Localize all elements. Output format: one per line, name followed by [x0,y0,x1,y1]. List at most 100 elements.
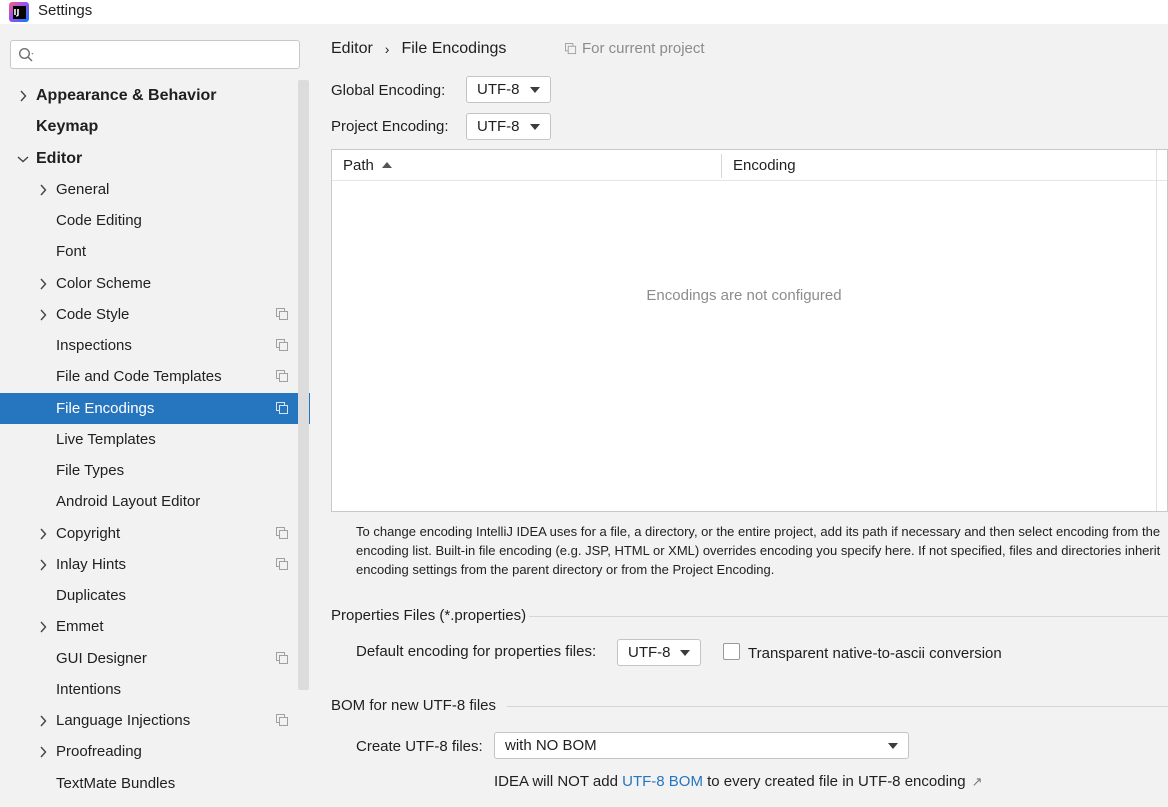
tree-item-label: Language Injections [56,712,191,729]
search-icon [18,47,34,62]
tree-item-label: Copyright [56,525,121,542]
tree-item-appearance-behavior[interactable]: Appearance & Behavior [0,80,310,111]
project-encoding-dropdown[interactable]: UTF-8 [466,113,551,140]
tree-item-font[interactable]: Font [0,236,310,267]
tree-item-label: File Types [56,462,125,479]
tree-item-label: TextMate Bundles [56,775,176,792]
tree-item-label: Intentions [56,681,122,698]
tree-item-label: Inspections [56,337,132,354]
chevron-right-icon[interactable] [36,549,50,580]
global-encoding-dropdown[interactable]: UTF-8 [466,76,551,103]
chevron-right-icon[interactable] [16,80,30,111]
table-empty-text: Encodings are not configured [646,287,842,304]
dropdown-arrow-icon [530,87,540,93]
title-bar: IJ Settings [0,0,1168,24]
chevron-right-icon[interactable] [36,518,50,549]
encoding-help-text: To change encoding IntelliJ IDEA uses fo… [356,524,1161,577]
project-encoding-value: UTF-8 [477,118,520,135]
tree-item-label: Code Style [56,306,130,323]
tree-item-label: Live Templates [56,431,156,448]
chevron-right-icon[interactable] [36,268,50,299]
tree-item-emmet[interactable]: Emmet [0,611,310,642]
project-scope-icon [276,339,288,351]
tree-item-file-encodings[interactable]: File Encodings [0,393,310,424]
tree-item-editor[interactable]: Editor [0,143,310,174]
encodings-table[interactable]: Path Encoding Encodings are not configur… [331,149,1168,512]
dropdown-arrow-icon [530,124,540,130]
chevron-right-icon[interactable] [36,736,50,767]
settings-sidebar: Appearance & Behavior Keymap Editor Gene… [0,28,310,807]
create-utf8-files-value: with NO BOM [505,737,597,754]
breadcrumb-parent[interactable]: Editor [331,40,373,58]
project-scope-icon [276,652,288,664]
column-header-path[interactable]: Path [343,150,392,181]
tree-item-proofreading[interactable]: Proofreading [0,736,310,767]
tree-item-language-injections[interactable]: Language Injections [0,705,310,736]
tree-item-duplicates[interactable]: Duplicates [0,580,310,611]
section-divider [529,616,1168,617]
tree-item-label: GUI Designer [56,650,147,667]
properties-encoding-dropdown[interactable]: UTF-8 [617,639,701,666]
bom-section-title: BOM for new UTF-8 files [331,697,497,714]
tree-item-general[interactable]: General [0,174,310,205]
project-scope-icon [276,308,288,320]
tree-item-label: Android Layout Editor [56,493,201,510]
project-scope-icon [276,558,288,570]
tree-item-gui-designer[interactable]: GUI Designer [0,643,310,674]
dropdown-arrow-icon [680,650,690,656]
project-scope-icon [276,402,288,414]
table-header: Path Encoding [332,150,1167,181]
tree-item-label: File and Code Templates [56,368,222,385]
column-header-encoding[interactable]: Encoding [733,150,796,181]
tree-item-label: Keymap [36,118,99,135]
project-scope-icon [565,42,577,54]
tree-item-label: File Encodings [56,400,155,417]
create-utf8-files-dropdown[interactable]: with NO BOM [494,732,909,759]
settings-search-input[interactable] [10,40,300,69]
tree-item-textmate-bundles[interactable]: TextMate Bundles [0,768,310,799]
tree-item-label: Proofreading [56,743,142,760]
tree-item-inspections[interactable]: Inspections [0,330,310,361]
transparent-native-to-ascii-label[interactable]: Transparent native-to-ascii conversion [748,645,1002,662]
sidebar-scrollbar[interactable] [298,80,309,690]
tree-item-color-scheme[interactable]: Color Scheme [0,268,310,299]
chevron-right-icon[interactable] [36,611,50,642]
table-toolbar-divider [1156,150,1157,511]
tree-item-code-editing[interactable]: Code Editing [0,205,310,236]
breadcrumb: Editor › File Encodings [331,38,506,60]
tree-item-label: General [56,181,110,198]
tree-item-live-templates[interactable]: Live Templates [0,424,310,455]
project-scope-icon [276,370,288,382]
tree-item-label: Font [56,243,87,260]
column-divider[interactable] [721,154,722,178]
tree-item-label: Appearance & Behavior [36,87,217,104]
tree-item-copyright[interactable]: Copyright [0,518,310,549]
tree-item-android-layout-editor[interactable]: Android Layout Editor [0,486,310,517]
scope-note: For current project [565,40,705,57]
tree-item-inlay-hints[interactable]: Inlay Hints [0,549,310,580]
transparent-native-to-ascii-checkbox[interactable] [723,643,740,660]
tree-item-label: Inlay Hints [56,556,127,573]
properties-section-title: Properties Files (*.properties) [331,607,527,624]
global-encoding-label: Global Encoding: [331,82,446,99]
chevron-right-icon[interactable] [36,299,50,330]
chevron-right-icon[interactable] [36,705,50,736]
tree-item-file-code-templates[interactable]: File and Code Templates [0,361,310,392]
tree-item-intentions[interactable]: Intentions [0,674,310,705]
tree-item-code-style[interactable]: Code Style [0,299,310,330]
chevron-down-icon[interactable] [16,143,30,174]
intellij-app-icon: IJ [9,2,29,22]
tree-item-keymap[interactable]: Keymap [0,111,310,142]
sort-ascending-icon [381,162,392,168]
breadcrumb-separator: › [384,41,390,57]
bom-note-suffix: to every created file in UTF-8 encoding [707,773,966,790]
bom-note: IDEA will NOT add UTF-8 BOM to every cre… [494,773,983,790]
tree-item-file-types[interactable]: File Types [0,455,310,486]
utf8-bom-link[interactable]: UTF-8 BOM [622,773,703,790]
chevron-right-icon[interactable] [36,174,50,205]
project-encoding-label: Project Encoding: [331,118,449,135]
create-utf8-files-label: Create UTF-8 files: [356,738,483,755]
scope-note-text: For current project [582,40,705,57]
global-encoding-value: UTF-8 [477,81,520,98]
column-header-label: Encoding [733,157,796,174]
